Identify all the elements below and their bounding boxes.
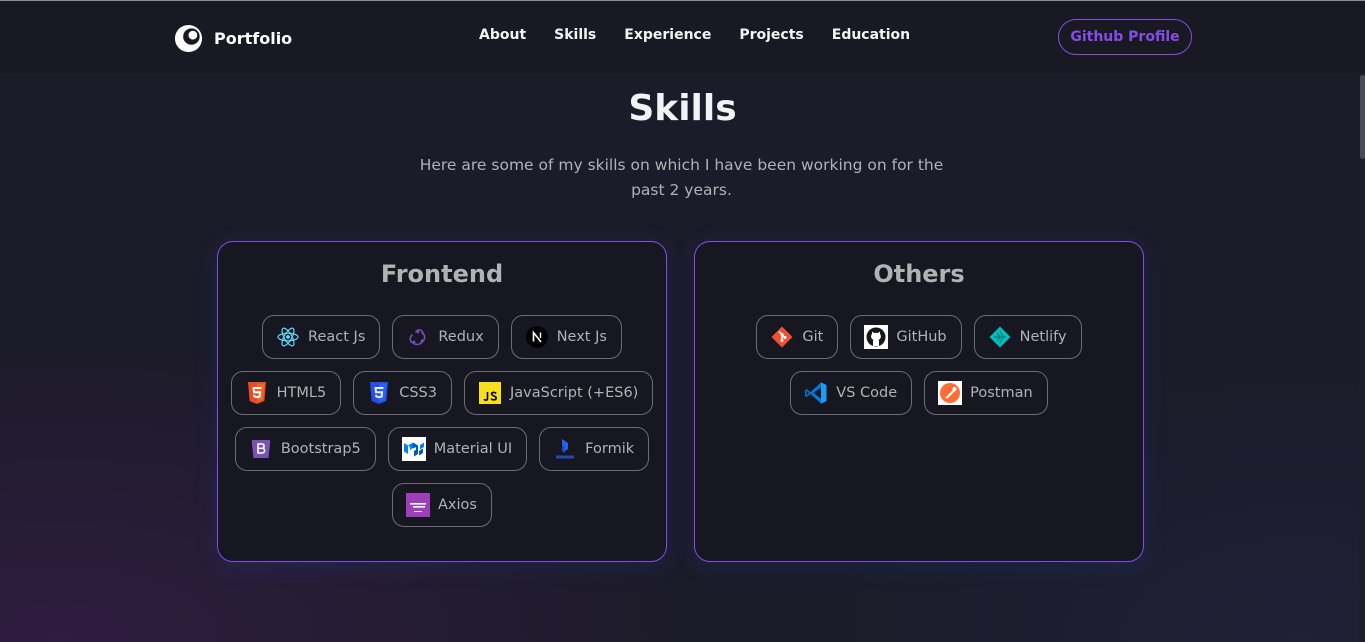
card-title: Others — [873, 260, 965, 288]
postman-icon — [938, 381, 963, 405]
vscode-icon — [805, 382, 827, 404]
skill-name: Formik — [585, 441, 635, 457]
skill-name: Axios — [438, 497, 477, 513]
nav-link-about[interactable]: About — [479, 27, 526, 43]
skill-name: GitHub — [896, 329, 947, 345]
skill-name: CSS3 — [399, 385, 437, 401]
skill-name: Postman — [970, 385, 1033, 401]
skill-chip: Netlify — [973, 315, 1082, 359]
skill-chip: Material UI — [387, 427, 528, 471]
skill-chip: Next Js — [510, 315, 622, 359]
skill-name: Redux — [438, 329, 484, 345]
react-icon — [277, 327, 299, 347]
skill-name: Material UI — [433, 441, 513, 457]
css3-icon — [370, 382, 389, 404]
redux-icon — [409, 329, 426, 346]
skill-card-others: Others Git GitHub Netlify VS Code Postma… — [694, 241, 1144, 562]
skill-chip: React Js — [262, 315, 381, 359]
formik-icon — [556, 439, 575, 459]
skill-chip: Axios — [392, 483, 492, 527]
brand[interactable]: Portfolio — [173, 22, 292, 54]
axios-icon — [406, 493, 431, 517]
nav-links: About Skills Experience Projects Educati… — [479, 27, 938, 43]
brand-text: Portfolio — [214, 28, 293, 48]
skill-name: HTML5 — [276, 385, 327, 401]
bootstrap-icon — [251, 440, 271, 458]
git-icon — [771, 326, 793, 348]
html5-icon — [247, 382, 266, 404]
skill-chip: Postman — [924, 371, 1048, 415]
section-title: Skills — [628, 88, 737, 129]
nav-link-experience[interactable]: Experience — [624, 27, 711, 43]
skill-name: React Js — [308, 329, 366, 345]
github-profile-button[interactable]: Github Profile — [1058, 19, 1192, 55]
skill-list: Git GitHub Netlify VS Code Postman — [705, 315, 1133, 415]
skill-chip: JavaScript (+ES6) — [463, 371, 654, 415]
skill-chip: Git — [756, 315, 839, 359]
skill-chip: Redux — [392, 315, 499, 359]
skill-chip: GitHub — [850, 315, 962, 359]
javascript-icon — [478, 382, 501, 404]
nextjs-icon — [525, 326, 548, 348]
skill-chip: VS Code — [790, 371, 913, 415]
section-description: Here are some of my skills on which I ha… — [419, 156, 944, 199]
skill-name: JavaScript (+ES6) — [509, 385, 639, 401]
skill-chip: HTML5 — [230, 371, 342, 415]
skill-name: VS Code — [836, 385, 898, 401]
nav-link-projects[interactable]: Projects — [739, 27, 803, 43]
skill-chip: Bootstrap5 — [234, 427, 376, 471]
skill-chip: Formik — [539, 427, 650, 471]
portfolio-logo-icon — [174, 24, 203, 52]
nav-link-education[interactable]: Education — [832, 27, 910, 43]
card-title: Frontend — [380, 260, 504, 288]
skill-name: Netlify — [1019, 329, 1067, 345]
nav-link-skills[interactable]: Skills — [554, 27, 596, 43]
github-icon — [864, 325, 889, 349]
skill-chip: CSS3 — [353, 371, 452, 415]
skill-list: React Js Redux Next Js HTML5 CSS3 JavaSc… — [228, 315, 656, 527]
skill-card-frontend: Frontend React Js Redux Next Js HTML5 CS… — [217, 241, 667, 562]
skill-name: Next Js — [556, 329, 607, 345]
netlify-icon — [989, 326, 1011, 348]
skill-name: Bootstrap5 — [280, 441, 361, 457]
skill-name: Git — [802, 329, 824, 345]
material-ui-icon — [401, 437, 426, 461]
navbar: Portfolio About Skills Experience Projec… — [0, 1, 1365, 73]
